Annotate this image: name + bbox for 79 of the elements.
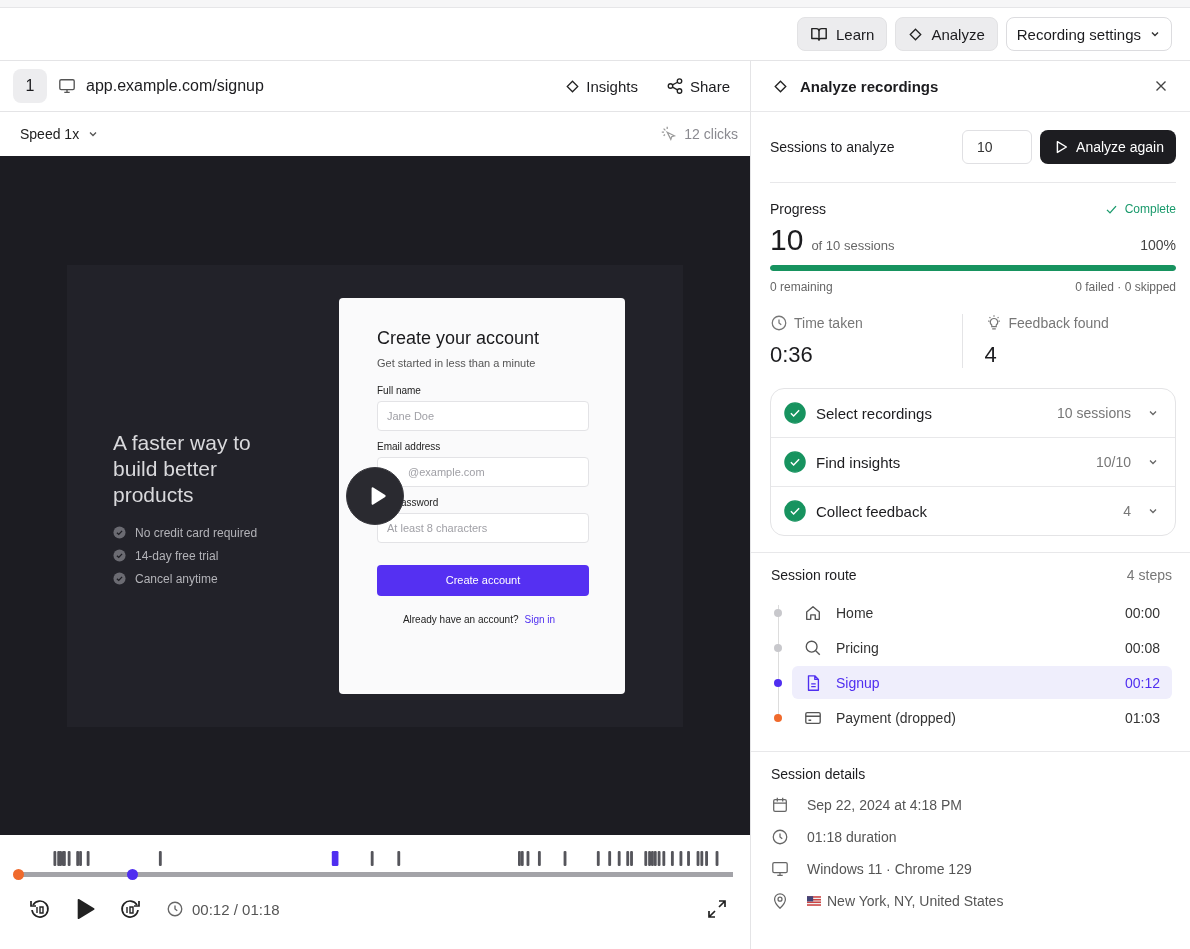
diamond-icon [773,78,788,94]
start-marker [13,869,24,880]
failure-summary: 0 failed · 0 skipped [1075,280,1176,294]
timeline-thumb[interactable] [127,869,139,880]
step-total: 4 steps [1126,567,1172,583]
step-count: 4 [1123,503,1131,519]
header-action-button[interactable]: Insights [561,73,642,99]
check-circle-icon [113,572,126,585]
header-action-button[interactable]: Share [661,73,734,99]
home-icon [804,603,822,622]
route-title: Session route [771,567,857,583]
forward-10-icon[interactable] [118,897,142,921]
toolbar-button[interactable]: Learn [797,17,888,51]
input-field[interactable]: @example.com [377,456,589,487]
sessions-input[interactable]: 10 [962,130,1033,164]
step-count: 10 sessions [1057,405,1131,421]
step-count: 10/10 [1095,454,1131,470]
form-subtitle: Get started in less than a minute [377,356,537,369]
create-account-button[interactable]: Create account [377,564,589,596]
search-icon [804,638,822,657]
clock-icon [771,828,789,846]
clock-icon [166,900,184,918]
field-label: Full name [377,384,421,396]
step-row[interactable]: Collect feedback 4 [771,486,1175,535]
route-step[interactable]: Signup 00:12 [792,666,1172,699]
detail-text: Sep 22, 2024 at 4:18 PM [807,797,962,813]
benefit-text: No credit card required [135,525,258,540]
rewind-10-icon[interactable] [28,897,52,921]
step-row[interactable]: Find insights 10/10 [771,437,1175,486]
diamond-icon [908,26,924,42]
sign-in-link[interactable]: Sign in [524,613,556,625]
location-pin-icon [771,892,789,910]
details-title: Session details [771,766,867,782]
progress-status: Complete [1124,202,1176,216]
sessions-label: Sessions to analyze [770,139,895,155]
diamond-icon [565,78,581,94]
fullscreen-icon[interactable] [705,897,729,921]
check-circle-icon [113,549,126,562]
completed-count: 10 [770,223,804,257]
tab-number: 1 [13,69,47,103]
flag-icon [807,896,821,906]
panel-title: Analyze recordings [800,77,939,95]
share-icon [665,77,684,95]
input-field[interactable]: At least 8 characters [377,512,589,543]
detail-text: New York, NY, United States [827,893,1004,909]
page-url: app.example.com/signup [86,77,264,95]
field-label: Email address [377,440,441,452]
toolbar-button[interactable]: Analyze [895,17,998,51]
sessions-total: of 10 sessions [811,238,895,253]
route-step[interactable]: Pricing 00:08 [792,631,1172,664]
detail-text: Windows 11 · Chrome 129 [807,861,972,877]
analyze-again-button[interactable]: Analyze again [1040,130,1176,164]
playback-time: 00:12 / 01:18 [192,900,280,918]
progress-title: Progress [770,201,827,217]
stat-label: Time taken [794,315,863,331]
route-step[interactable]: Home 00:00 [792,596,1172,629]
recording-settings-dropdown[interactable]: Recording settings [1005,17,1172,51]
stat-label: Feedback found [1008,315,1109,331]
progress-percent: 100% [1140,237,1176,253]
monitor-icon [771,860,789,878]
benefit-text: 14-day free trial [135,548,219,563]
check-circle-icon [113,526,126,539]
monitor-icon [58,77,76,95]
calendar-icon [771,796,789,814]
stat-value: 4 [984,342,998,368]
form-title: Create your account [377,327,541,349]
step-row[interactable]: Select recordings 10 sessions [771,389,1175,437]
book-icon [810,25,828,43]
click-count: 12 clicks [684,126,738,142]
benefit-text: Cancel anytime [135,571,218,586]
stat-value: 0:36 [770,342,814,368]
route-step[interactable]: Payment (dropped) 01:03 [792,701,1172,734]
remaining-count: 0 remaining [770,280,833,294]
signin-prompt: Already have an account? [402,613,519,625]
detail-text: 01:18 duration [807,829,897,845]
input-field[interactable]: Jane Doe [377,400,589,431]
clock-icon [770,314,788,332]
speed-dropdown[interactable]: Speed 1x [20,126,100,142]
hero-headline: A faster way to build better products [113,429,252,508]
